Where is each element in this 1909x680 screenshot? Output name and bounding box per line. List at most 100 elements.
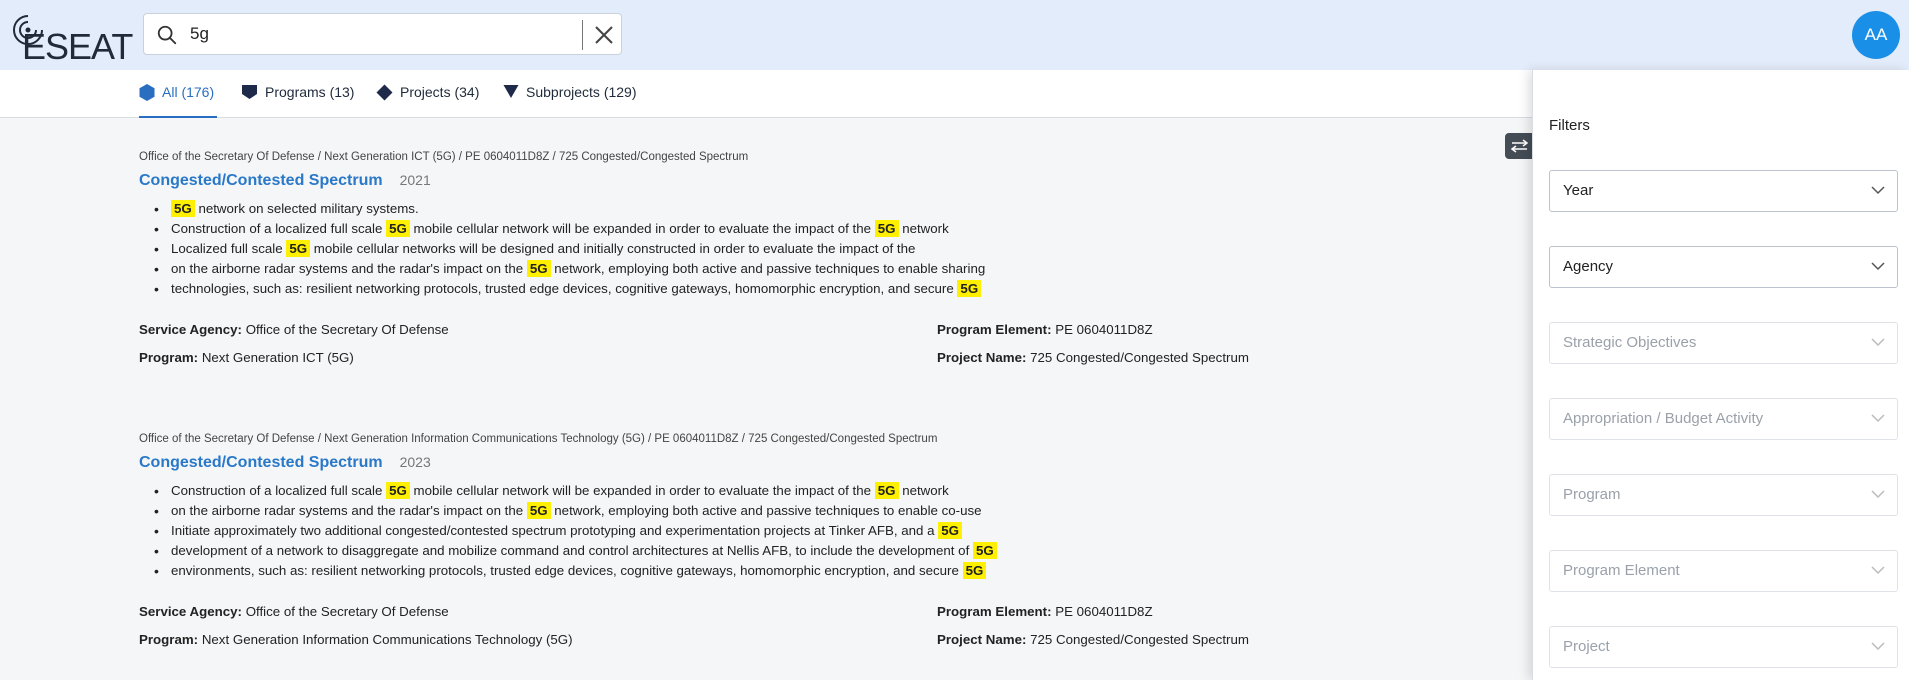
filters-panel: Filters Year Agency Strategic Objectives… xyxy=(1532,70,1909,680)
result-card: Office of the Secretary Of Defense / Nex… xyxy=(139,433,1439,652)
user-avatar[interactable]: AA xyxy=(1852,11,1900,59)
diamond-icon xyxy=(376,84,393,101)
chevron-down-icon xyxy=(1871,262,1885,271)
clear-search-icon[interactable] xyxy=(592,23,616,47)
search-hit-highlight: 5G xyxy=(962,562,987,579)
snippet-line: Localized full scale 5G mobile cellular … xyxy=(154,239,1439,259)
swap-arrows-icon xyxy=(1510,139,1529,153)
snippet-text: on the airborne radar systems and the ra… xyxy=(171,503,527,518)
filters-title: Filters xyxy=(1549,117,1590,134)
program: Program: Next Generation Information Com… xyxy=(139,630,573,650)
result-snippets: 5G network on selected military systems.… xyxy=(154,199,1439,299)
program-element-value: PE 0604011D8Z xyxy=(1055,322,1153,337)
search-results: Office of the Secretary Of Defense / Nex… xyxy=(0,118,1532,680)
hexagon-icon xyxy=(139,84,155,101)
result-snippets: Construction of a localized full scale 5… xyxy=(154,481,1439,581)
search-divider xyxy=(582,20,583,50)
snippet-text: Initiate approximately two additional co… xyxy=(171,523,939,538)
snippet-line: on the airborne radar systems and the ra… xyxy=(154,501,1439,521)
tab-programs[interactable]: Programs (13) xyxy=(241,84,354,118)
snippet-text: Construction of a localized full scale xyxy=(171,483,387,498)
program-value: Next Generation ICT (5G) xyxy=(201,350,354,365)
search-hit-highlight: 5G xyxy=(286,240,311,257)
snippet-line: 5G network on selected military systems. xyxy=(154,199,1439,219)
search-box[interactable] xyxy=(143,13,622,55)
snippet-text: Construction of a localized full scale xyxy=(171,221,387,236)
pentagon-icon xyxy=(242,85,257,99)
filter-label: Agency xyxy=(1563,258,1614,275)
toggle-filters-button[interactable] xyxy=(1505,133,1534,159)
snippet-line: Construction of a localized full scale 5… xyxy=(154,481,1439,501)
search-input[interactable] xyxy=(190,22,560,46)
project-name-value: 725 Congested/Congested Spectrum xyxy=(1030,632,1249,647)
project-name-label: Project Name: xyxy=(937,350,1027,365)
tab-projects[interactable]: Projects (34) xyxy=(376,84,479,118)
chevron-down-icon xyxy=(1871,566,1885,575)
filter-year[interactable]: Year xyxy=(1549,170,1898,212)
eseat-logo[interactable]: ESEAT xyxy=(8,10,133,67)
result-year: 2023 xyxy=(399,454,431,470)
snippet-line: environments, such as: resilient network… xyxy=(154,561,1439,581)
snippet-line: technologies, such as: resilient network… xyxy=(154,279,1439,299)
snippet-line: on the airborne radar systems and the ra… xyxy=(154,259,1439,279)
chevron-down-icon xyxy=(1871,338,1885,347)
snippet-text: mobile cellular networks will be designe… xyxy=(310,241,916,256)
result-meta: Service Agency: Office of the Secretary … xyxy=(139,320,1439,370)
result-year: 2021 xyxy=(399,172,431,188)
snippet-line: Construction of a localized full scale 5… xyxy=(154,219,1439,239)
service-agency-value: Office of the Secretary Of Defense xyxy=(245,604,449,619)
search-hit-highlight: 5G xyxy=(972,542,997,559)
top-bar: ESEAT AA xyxy=(0,0,1909,70)
result-title[interactable]: Congested/Contested Spectrum xyxy=(139,172,383,190)
search-hit-highlight: 5G xyxy=(386,482,410,499)
filter-label: Strategic Objectives xyxy=(1563,334,1697,351)
filter-project: Project xyxy=(1549,626,1898,668)
search-hit-highlight: 5G xyxy=(171,200,195,217)
filter-agency[interactable]: Agency xyxy=(1549,246,1898,288)
filter-strategic-objectives: Strategic Objectives xyxy=(1549,322,1898,364)
snippet-text: on the airborne radar systems and the ra… xyxy=(171,261,527,276)
search-icon xyxy=(157,25,177,45)
program-value: Next Generation Information Communicatio… xyxy=(201,632,573,647)
snippet-text: network, employing both active and passi… xyxy=(550,503,982,518)
snippet-text: network on selected military systems. xyxy=(194,201,419,216)
avatar-initials: AA xyxy=(1864,25,1888,44)
search-hit-highlight: 5G xyxy=(526,260,551,277)
snippet-text: network xyxy=(898,221,949,236)
filter-label: Program xyxy=(1563,486,1621,503)
search-hit-highlight: 5G xyxy=(874,482,899,499)
program-label: Program: xyxy=(139,350,199,365)
tab-label: Programs (13) xyxy=(265,84,355,100)
chevron-down-icon xyxy=(1871,642,1885,651)
filter-label: Project xyxy=(1563,638,1610,655)
program-element-value: PE 0604011D8Z xyxy=(1055,604,1153,619)
chevron-down-icon xyxy=(1871,414,1885,423)
tab-label: All (176) xyxy=(162,84,215,100)
program-element: Program Element: PE 0604011D8Z xyxy=(937,320,1153,340)
service-agency-value: Office of the Secretary Of Defense xyxy=(245,322,449,337)
result-breadcrumb: Office of the Secretary Of Defense / Nex… xyxy=(139,151,749,163)
program-label: Program: xyxy=(139,632,199,647)
program: Program: Next Generation ICT (5G) xyxy=(139,348,354,368)
chevron-down-icon xyxy=(1871,490,1885,499)
project-name-value: 725 Congested/Congested Spectrum xyxy=(1030,350,1249,365)
filter-label: Year xyxy=(1563,182,1594,199)
snippet-text: network xyxy=(898,483,949,498)
snippet-text: environments, such as: resilient network… xyxy=(171,563,963,578)
result-title[interactable]: Congested/Contested Spectrum xyxy=(139,454,383,472)
result-breadcrumb: Office of the Secretary Of Defense / Nex… xyxy=(139,433,938,445)
filter-program: Program xyxy=(1549,474,1898,516)
snippet-text: mobile cellular network will be expanded… xyxy=(409,221,875,236)
filter-appropriation-budget-activity: Appropriation / Budget Activity xyxy=(1549,398,1898,440)
search-hit-highlight: 5G xyxy=(526,502,551,519)
project-name: Project Name: 725 Congested/Congested Sp… xyxy=(937,630,1249,650)
tab-subprojects[interactable]: Subprojects (129) xyxy=(503,84,637,118)
project-name: Project Name: 725 Congested/Congested Sp… xyxy=(937,348,1249,368)
service-agency-label: Service Agency: xyxy=(139,322,242,337)
program-element: Program Element: PE 0604011D8Z xyxy=(937,602,1153,622)
tab-all[interactable]: All (176) xyxy=(139,84,217,118)
search-hit-highlight: 5G xyxy=(938,522,962,539)
snippet-text: network, employing both active and passi… xyxy=(550,261,986,276)
program-element-label: Program Element: xyxy=(937,604,1052,619)
program-element-label: Program Element: xyxy=(937,322,1052,337)
